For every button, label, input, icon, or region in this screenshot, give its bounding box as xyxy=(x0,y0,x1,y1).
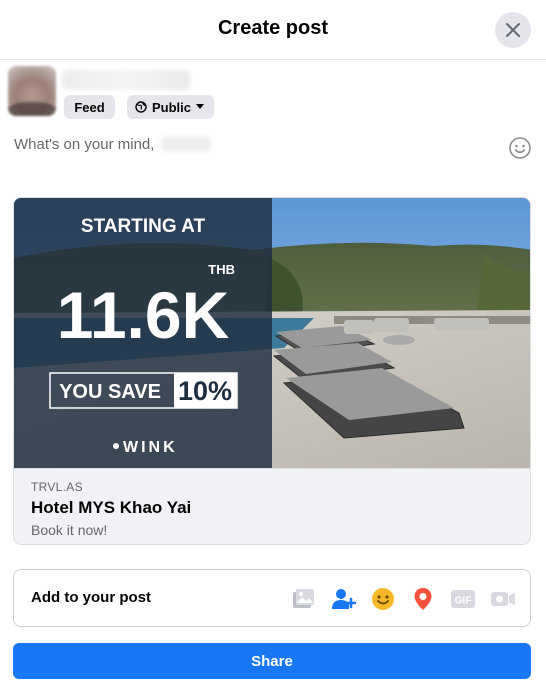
ad-starting-at: STARTING AT xyxy=(81,216,206,237)
gif-icon: GIF xyxy=(451,590,475,608)
feeling-button[interactable] xyxy=(370,586,396,612)
feeling-icon xyxy=(372,588,394,610)
svg-text:GIF: GIF xyxy=(455,596,472,607)
emoji-button[interactable] xyxy=(508,136,532,160)
audience-feed-label: Feed xyxy=(74,99,105,115)
dialog-header: Create post xyxy=(0,0,546,60)
create-post-dialog: Create post Feed Public What's on your m… xyxy=(0,0,546,695)
author-name-redacted xyxy=(62,70,190,90)
ad-image: STARTING AT THB 11.6K YOU SAVE 10% WINK xyxy=(14,198,530,468)
link-preview-card[interactable]: STARTING AT THB 11.6K YOU SAVE 10% WINK … xyxy=(13,197,531,545)
link-domain: TRVL.AS xyxy=(31,480,83,494)
photo-video-button[interactable] xyxy=(290,586,316,612)
photo-video-icon xyxy=(293,589,314,608)
dialog-title: Create post xyxy=(217,17,329,39)
close-button[interactable] xyxy=(495,12,531,48)
avatar xyxy=(8,66,56,116)
tag-people-button[interactable] xyxy=(330,586,357,612)
check-in-icon xyxy=(414,588,432,610)
audience-feed-button[interactable]: Feed xyxy=(64,95,115,119)
smiley-icon xyxy=(509,137,531,159)
share-button[interactable]: Share xyxy=(13,643,531,679)
ad-discount: 10% xyxy=(178,376,232,406)
live-video-icon xyxy=(491,592,515,606)
check-in-button[interactable] xyxy=(410,586,436,612)
audience-public-label: Public xyxy=(152,99,192,115)
globe-icon xyxy=(135,101,147,113)
first-name-redacted xyxy=(160,137,211,151)
link-title: Hotel MYS Khao Yai xyxy=(31,498,192,517)
add-to-post-bar: Add to your post GIF xyxy=(13,569,531,627)
tag-people-icon xyxy=(332,589,357,609)
ad-currency: THB xyxy=(208,262,235,277)
audience-public-button[interactable]: Public xyxy=(127,95,214,119)
ad-price: 11.6K xyxy=(57,278,230,352)
close-icon xyxy=(506,23,520,37)
live-video-button[interactable] xyxy=(490,586,516,612)
link-description: Book it now! xyxy=(31,522,108,538)
ad-brand: WINK xyxy=(123,439,178,456)
ad-you-save: YOU SAVE xyxy=(59,381,161,403)
add-to-post-label: Add to your post xyxy=(31,589,151,606)
caret-down-icon xyxy=(196,104,205,109)
composer-placeholder-text: What's on your mind, xyxy=(14,136,159,153)
ad-brand-dot xyxy=(113,443,119,449)
composer-input[interactable]: What's on your mind, xyxy=(14,136,211,153)
link-meta: TRVL.AS Hotel MYS Khao Yai Book it now! xyxy=(14,468,530,544)
gif-button[interactable]: GIF xyxy=(450,586,476,612)
